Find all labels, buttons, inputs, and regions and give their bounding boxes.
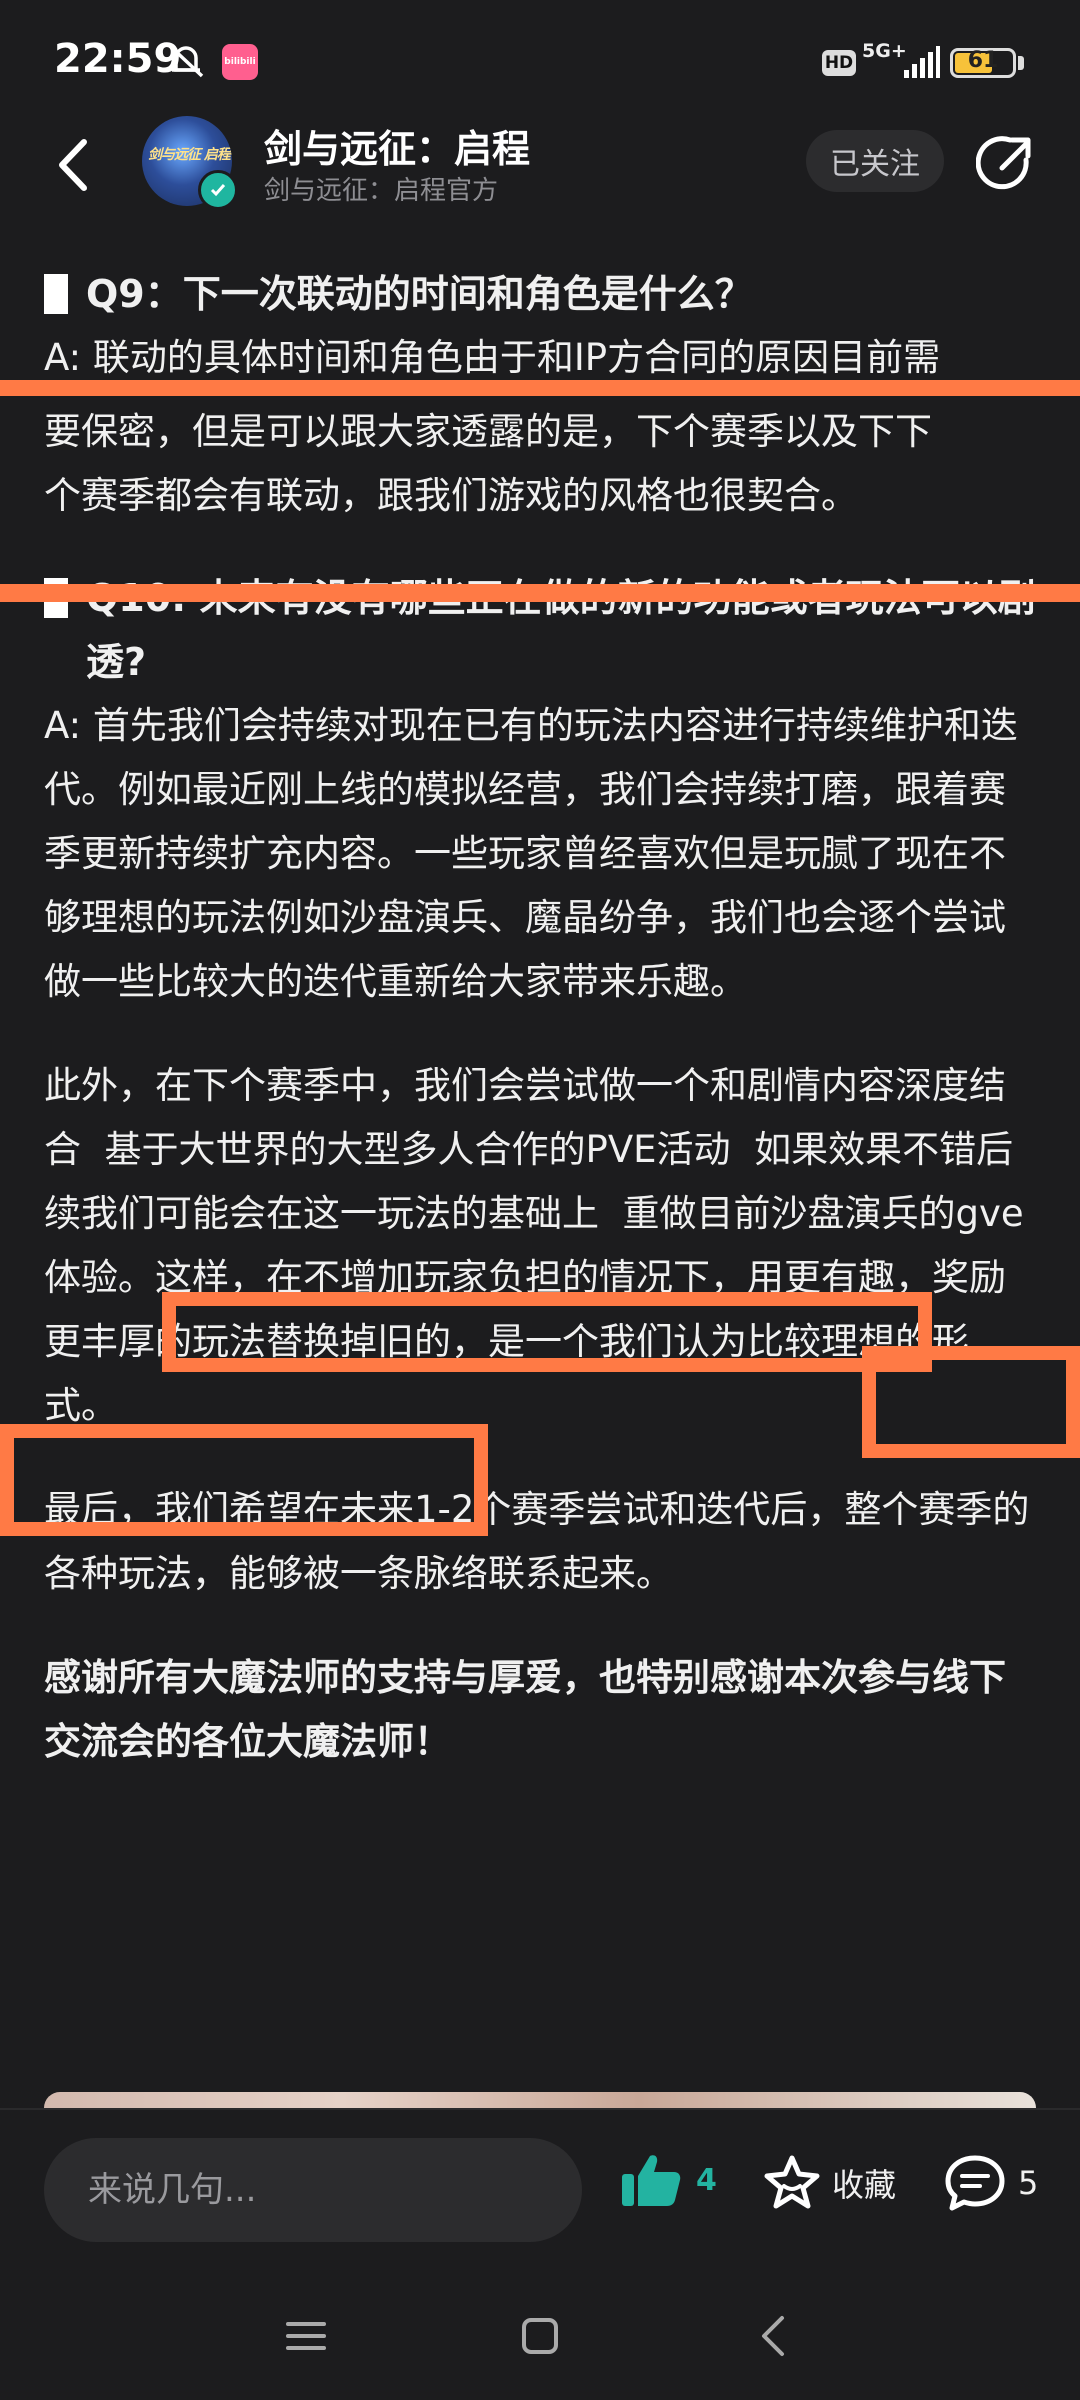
bilibili-app-icon: bilibili [222, 44, 258, 80]
comment-count: 5 [1018, 2164, 1039, 2202]
system-navigation-bar [0, 2280, 1080, 2400]
thumbs-up-icon [622, 2155, 681, 2206]
comment-input[interactable] [44, 2138, 582, 2242]
hd-badge: HD [822, 50, 856, 76]
account-subtitle: 剑与远征：启程官方 [264, 176, 499, 206]
annotation-box-1 [162, 1292, 932, 1372]
follow-button[interactable]: 已关注 [806, 130, 944, 192]
like-count: 4 [696, 2162, 717, 2198]
heading-bar [44, 274, 68, 314]
star-icon [764, 2155, 820, 2209]
mute-icon [168, 44, 204, 78]
annotation-box-2 [862, 1346, 1080, 1458]
para2-highlight-1: 基于大世界的大型多人合作的PVE活动 [104, 1128, 731, 1171]
battery-level: 61 [967, 48, 999, 73]
favorite-label: 收藏 [832, 2166, 897, 2204]
q9-answer-line2: 要保密，但是可以跟大家透露的是，下个赛季以及下下 [44, 410, 932, 453]
comments-button[interactable]: 5 [944, 2154, 1038, 2212]
paragraph-4: 感谢所有大魔法师的支持与厚爱，也特别感谢本次参与线下交流会的各位大魔法师！ [44, 1656, 1006, 1763]
back-icon[interactable] [744, 2306, 804, 2366]
post-header: 剑与远征 启程 剑与远征：启程 剑与远征：启程官方 已关注 [0, 110, 1080, 220]
avatar-logo-text: 剑与远征 启程 [148, 147, 231, 163]
comment-bubble-icon [945, 2155, 1005, 2211]
share-icon[interactable] [976, 132, 1038, 194]
bottom-action-bar: 4 收藏 5 [0, 2108, 1080, 2280]
status-bar: 22:59 bilibili HD 5G+ 61 [0, 0, 1080, 120]
q9-heading: Q9：下一次联动的时间和角色是什么？ [44, 262, 1036, 326]
favorite-button[interactable]: 收藏 [762, 2154, 896, 2212]
annotation-band-top [0, 380, 1080, 396]
app-badge-text: bilibili [224, 57, 256, 67]
battery-icon: 61 [950, 48, 1016, 78]
home-icon[interactable] [510, 2306, 570, 2366]
back-arrow-icon[interactable] [48, 130, 98, 200]
like-button[interactable]: 4 [620, 2152, 717, 2208]
q9-title: Q9：下一次联动的时间和角色是什么？ [86, 272, 753, 316]
annotation-band-bottom [0, 584, 1080, 602]
article-body: Q9：下一次联动的时间和角色是什么？ A: 联动的具体时间和角色由于和IP方合同… [44, 262, 1036, 1774]
menu-icon[interactable] [276, 2306, 336, 2366]
signal-icon [904, 46, 940, 78]
checkmark-icon [210, 184, 226, 197]
verified-badge-icon [198, 170, 238, 210]
q10-answer: A: 首先我们会持续对现在已有的玩法内容进行持续维护和迭代。例如最近刚上线的模拟… [44, 704, 1018, 1003]
account-name[interactable]: 剑与远征：启程 [264, 118, 530, 173]
q9-answer-line3: 个赛季都会有联动，跟我们游戏的风格也很契合。 [44, 474, 858, 517]
battery-tip [1018, 56, 1024, 70]
annotation-box-3 [0, 1424, 488, 1536]
